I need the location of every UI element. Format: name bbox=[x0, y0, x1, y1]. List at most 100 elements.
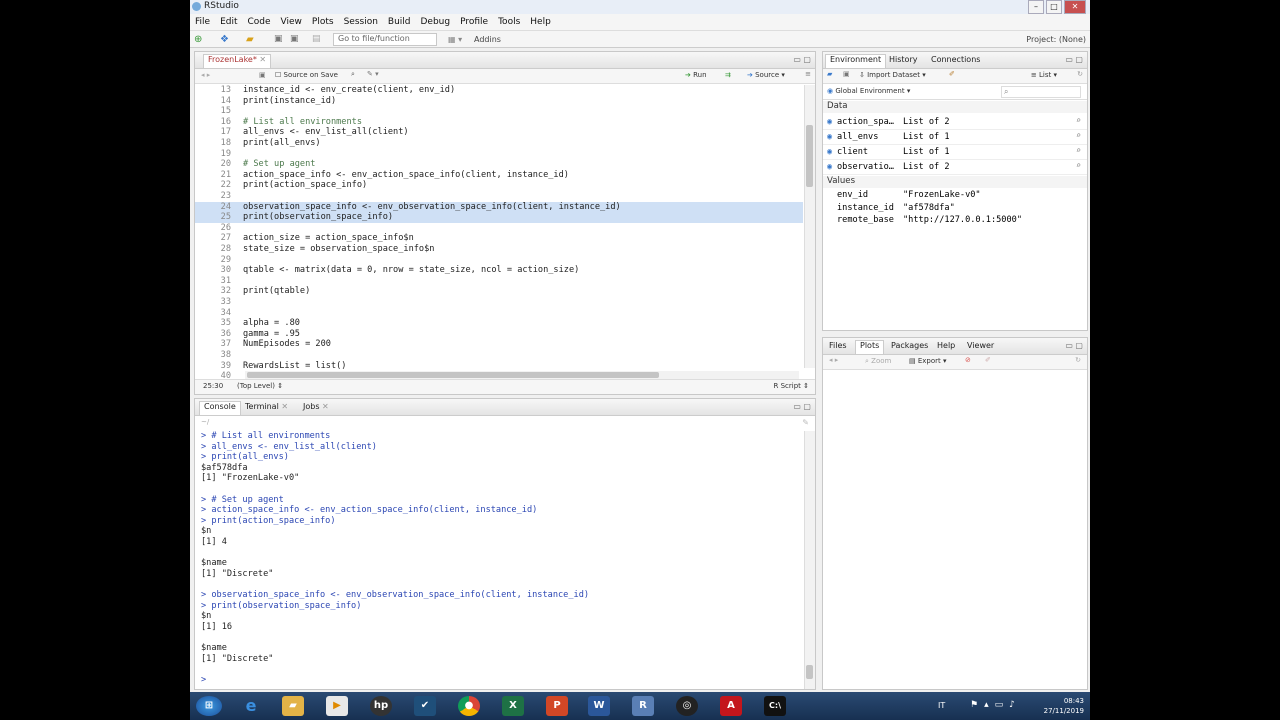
env-value-row[interactable]: remote_base "http://127.0.0.1:5000" bbox=[823, 214, 1087, 228]
env-data-row[interactable]: ◉ all_envs List of 1 ⌕ bbox=[823, 130, 1087, 145]
tab-jobs[interactable]: Jobs ✕ bbox=[299, 402, 333, 415]
cmd-icon[interactable]: C:\ bbox=[764, 696, 786, 716]
code-line[interactable]: 15 bbox=[195, 106, 803, 117]
excel-icon[interactable]: X bbox=[502, 696, 524, 716]
env-data-row[interactable]: ◉ observatio… List of 2 ⌕ bbox=[823, 160, 1087, 175]
close-tab-icon[interactable]: ✕ bbox=[259, 55, 266, 64]
code-line[interactable]: 13 instance_id <- env_create(client, env_… bbox=[195, 85, 803, 96]
grid-layout-icon[interactable]: ▦ ▾ bbox=[448, 33, 462, 45]
open-folder-icon[interactable]: ▰ bbox=[246, 33, 254, 45]
menu-tools[interactable]: Tools bbox=[498, 17, 520, 27]
view-data-icon[interactable]: ⌕ bbox=[1076, 146, 1081, 156]
load-workspace-icon[interactable]: ▰ bbox=[827, 70, 832, 78]
tab-plots[interactable]: Plots bbox=[855, 340, 885, 354]
env-minmax-icon[interactable]: ▭ ▢ bbox=[1065, 55, 1083, 64]
print-icon[interactable]: ▤ bbox=[312, 33, 321, 45]
menu-session[interactable]: Session bbox=[344, 17, 378, 27]
project-menu[interactable]: Project: (None) bbox=[1026, 33, 1086, 45]
editor-save-icon[interactable]: ▣ bbox=[259, 71, 266, 79]
expand-icon[interactable]: ◉ bbox=[827, 162, 832, 172]
code-line[interactable]: 17 all_envs <- env_list_all(client) bbox=[195, 127, 803, 138]
zoom-button[interactable]: ⌕ Zoom bbox=[865, 357, 891, 366]
import-dataset-menu[interactable]: ⇩ Import Dataset ▾ bbox=[859, 71, 926, 79]
rerun-icon[interactable]: ⇉ bbox=[725, 71, 731, 79]
save-workspace-icon[interactable]: ▣ bbox=[843, 70, 850, 78]
code-line[interactable]: 21 action_space_info <- env_action_space_… bbox=[195, 170, 803, 181]
expand-icon[interactable]: ◉ bbox=[827, 132, 832, 142]
addins-menu[interactable]: Addins bbox=[474, 33, 501, 45]
view-data-icon[interactable]: ⌕ bbox=[1076, 161, 1081, 171]
expand-icon[interactable]: ◉ bbox=[827, 147, 832, 157]
expand-icon[interactable]: ◉ bbox=[827, 117, 832, 127]
tab-frozenlake[interactable]: FrozenLake* ✕ bbox=[203, 54, 272, 68]
source-button[interactable]: ➔ Source ▾ bbox=[747, 71, 785, 79]
save-all-icon[interactable]: ▣ bbox=[290, 33, 299, 45]
tab-history[interactable]: History bbox=[885, 55, 921, 68]
clear-plots-icon[interactable]: ✐ bbox=[985, 356, 991, 364]
code-line[interactable]: 18 print(all_envs) bbox=[195, 138, 803, 149]
list-view-menu[interactable]: ≡ List ▾ bbox=[1031, 71, 1057, 79]
tab-files[interactable]: Files bbox=[825, 341, 851, 354]
remove-plot-icon[interactable]: ⊘ bbox=[965, 356, 971, 364]
code-line[interactable]: 27 action_size = action_space_info$n bbox=[195, 233, 803, 244]
new-file-icon[interactable]: ⊕ bbox=[194, 33, 202, 45]
code-line[interactable]: 32 print(qtable) bbox=[195, 286, 803, 297]
close-jobs-icon[interactable]: ✕ bbox=[322, 402, 329, 411]
code-line[interactable]: 35 alpha = .80 bbox=[195, 318, 803, 329]
code-line[interactable]: 20 # Set up agent bbox=[195, 159, 803, 170]
code-line[interactable]: 38 bbox=[195, 350, 803, 361]
close-button[interactable]: ✕ bbox=[1064, 0, 1086, 14]
menu-build[interactable]: Build bbox=[388, 17, 411, 27]
r-icon[interactable]: R bbox=[632, 696, 654, 716]
code-line[interactable]: 37 NumEpisodes = 200 bbox=[195, 339, 803, 350]
view-data-icon[interactable]: ⌕ bbox=[1076, 116, 1081, 126]
tab-console[interactable]: Console bbox=[199, 401, 241, 415]
refresh-icon[interactable]: ↻ bbox=[1077, 70, 1083, 78]
tab-connections[interactable]: Connections bbox=[927, 55, 984, 68]
obs-icon[interactable]: ◎ bbox=[676, 696, 698, 716]
task-check-icon[interactable]: ✔ bbox=[414, 696, 436, 716]
powerpoint-icon[interactable]: P bbox=[546, 696, 568, 716]
editor-hscroll-thumb[interactable] bbox=[247, 372, 659, 378]
acrobat-icon[interactable]: A bbox=[720, 696, 742, 716]
tray-icons[interactable]: ⚑▴▭♪ bbox=[970, 700, 1021, 710]
run-button[interactable]: ➔ Run bbox=[685, 71, 707, 79]
tab-help[interactable]: Help bbox=[933, 341, 959, 354]
code-line[interactable]: 26 bbox=[195, 223, 803, 234]
tab-environment[interactable]: Environment bbox=[825, 54, 887, 68]
code-line[interactable]: 36 gamma = .95 bbox=[195, 329, 803, 340]
code-line[interactable]: 19 bbox=[195, 149, 803, 160]
hp-icon[interactable]: hp bbox=[370, 696, 392, 716]
code-line[interactable]: 29 bbox=[195, 255, 803, 266]
menu-file[interactable]: File bbox=[195, 17, 210, 27]
export-menu[interactable]: ▤ Export ▾ bbox=[909, 357, 947, 365]
console-scroll-thumb[interactable] bbox=[806, 665, 813, 679]
minimize-button[interactable]: – bbox=[1028, 0, 1044, 14]
folder-icon[interactable]: ▰ bbox=[282, 696, 304, 716]
code-line[interactable]: 24 observation_space_info <- env_observat… bbox=[195, 201, 803, 213]
word-icon[interactable]: W bbox=[588, 696, 610, 716]
env-data-row[interactable]: ◉ client List of 1 ⌕ bbox=[823, 145, 1087, 160]
source-on-save-checkbox[interactable]: ☐ Source on Save bbox=[275, 71, 338, 79]
code-line[interactable]: 25 print(observation_space_info) bbox=[195, 212, 803, 223]
code-line[interactable]: 39 RewardsList = list() bbox=[195, 361, 803, 372]
console-scrollbar[interactable] bbox=[804, 431, 815, 689]
outline-icon[interactable]: ≡ bbox=[805, 70, 811, 78]
code-line[interactable]: 30 qtable <- matrix(data = 0, nrow = stat… bbox=[195, 265, 803, 276]
maximize-button[interactable]: □ bbox=[1046, 0, 1062, 14]
wand-icon[interactable]: ✎ ▾ bbox=[367, 70, 379, 78]
menu-debug[interactable]: Debug bbox=[421, 17, 451, 27]
goto-file-input[interactable]: Go to file/function bbox=[333, 32, 437, 46]
back-forward-icon[interactable]: ◂ ▸ bbox=[201, 71, 210, 79]
code-line[interactable]: 23 bbox=[195, 191, 803, 202]
plots-refresh-icon[interactable]: ↻ bbox=[1075, 356, 1081, 364]
plot-nav-icon[interactable]: ◂ ▸ bbox=[829, 356, 838, 364]
search-icon[interactable]: ⌕ bbox=[351, 70, 355, 79]
menu-code[interactable]: Code bbox=[248, 17, 271, 27]
code-line[interactable]: 14 print(instance_id) bbox=[195, 96, 803, 107]
media-player-icon[interactable]: ▶ bbox=[326, 696, 348, 716]
close-terminal-icon[interactable]: ✕ bbox=[281, 402, 288, 411]
pane-minmax-icon[interactable]: ▭ ▢ bbox=[793, 55, 811, 64]
env-data-row[interactable]: ◉ action_spa… List of 2 ⌕ bbox=[823, 115, 1087, 130]
code-line[interactable]: 31 bbox=[195, 276, 803, 287]
